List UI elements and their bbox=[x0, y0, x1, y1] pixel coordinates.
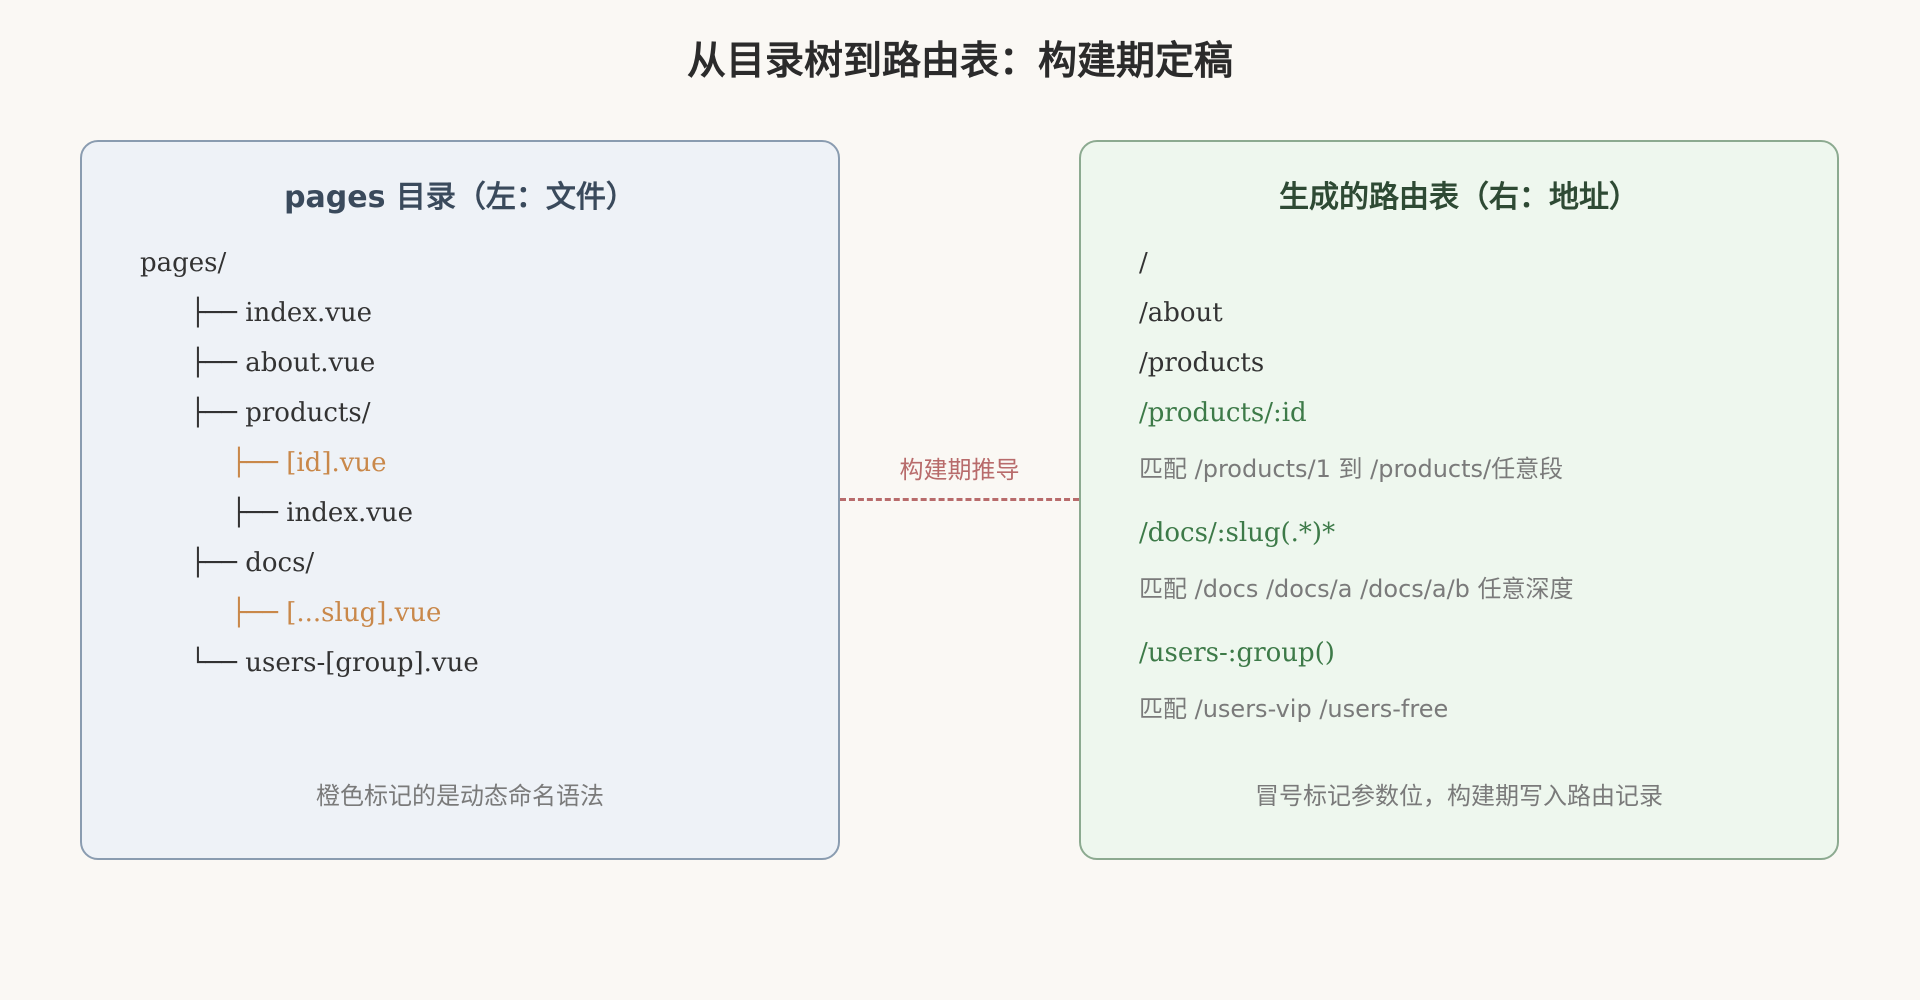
tree-item-about-vue: ├── about.vue bbox=[190, 348, 376, 378]
pages-directory-panel: pages 目录（左：文件） pages/ ├── index.vue ├── … bbox=[80, 140, 840, 860]
tree-item-products-id-vue: ├── [id].vue bbox=[231, 448, 387, 478]
pages-directory-title: pages 目录（左：文件） bbox=[284, 180, 636, 215]
tree-item-docs-dir: ├── docs/ bbox=[190, 548, 315, 578]
route-table-title: 生成的路由表（右：地址） bbox=[1279, 180, 1639, 215]
route-products-id: /products/:id bbox=[1139, 398, 1307, 428]
pages-directory-footer: 橙色标记的是动态命名语法 bbox=[316, 782, 604, 810]
route-products-id-note: 匹配 /products/1 到 /products/任意段 bbox=[1139, 455, 1564, 483]
route-root: / bbox=[1139, 248, 1148, 278]
build-time-connector-line bbox=[840, 498, 1079, 501]
tree-item-products-dir: ├── products/ bbox=[190, 398, 371, 428]
route-about: /about bbox=[1139, 298, 1223, 328]
route-users-group-note: 匹配 /users-vip /users-free bbox=[1139, 695, 1449, 723]
route-docs-slug-note: 匹配 /docs /docs/a /docs/a/b 任意深度 bbox=[1139, 575, 1574, 603]
build-time-connector-label: 构建期推导 bbox=[899, 456, 1020, 484]
tree-item-docs-slug-vue: ├── [...slug].vue bbox=[231, 598, 442, 628]
page-title: 从目录树到路由表：构建期定稿 bbox=[686, 39, 1233, 84]
route-products: /products bbox=[1139, 348, 1265, 378]
route-table-footer: 冒号标记参数位，构建期写入路由记录 bbox=[1255, 782, 1663, 810]
tree-root-pages: pages/ bbox=[140, 248, 227, 278]
route-users-group: /users-:group() bbox=[1139, 638, 1335, 668]
route-table-panel: 生成的路由表（右：地址） / /about /products /product… bbox=[1079, 140, 1839, 860]
route-docs-slug: /docs/:slug(.*)* bbox=[1139, 518, 1336, 548]
tree-item-products-index-vue: ├── index.vue bbox=[231, 498, 414, 528]
tree-item-index-vue: ├── index.vue bbox=[190, 298, 373, 328]
tree-item-users-group-vue: └── users-[group].vue bbox=[190, 648, 479, 678]
